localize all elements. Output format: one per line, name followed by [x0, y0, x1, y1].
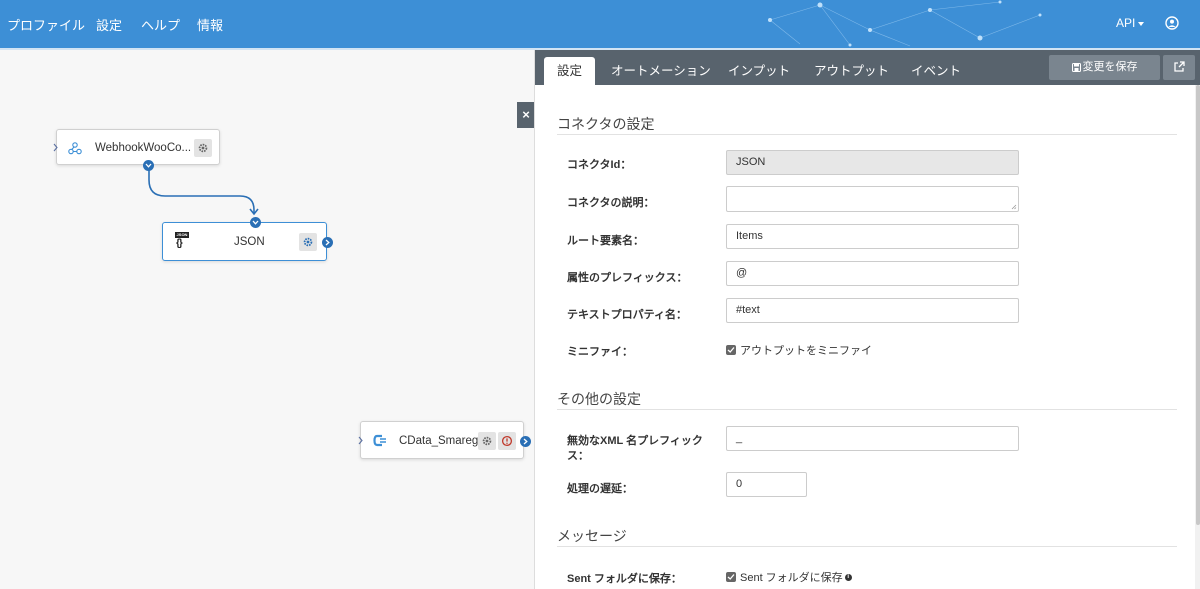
- processing-delay-label: 処理の遅延：: [567, 483, 633, 495]
- tab-settings[interactable]: 設定: [544, 57, 596, 85]
- popout-button[interactable]: [1163, 55, 1195, 80]
- top-navbar: プロファイル 設定 ヘルプ 情報 API: [0, 0, 1200, 48]
- tab-events[interactable]: イベント: [911, 58, 961, 85]
- nav-info[interactable]: 情報: [197, 15, 223, 34]
- resize-handle-icon[interactable]: [1011, 204, 1017, 210]
- connector-id-label: コネクタId：: [567, 159, 632, 171]
- node-smaregi-label: CData_Smaregi: [399, 435, 481, 447]
- check-icon: [727, 347, 735, 353]
- node-smaregi[interactable]: CData_Smaregi: [358, 421, 531, 459]
- webhook-icon: [68, 142, 82, 155]
- user-circle-icon[interactable]: [1165, 16, 1179, 30]
- save-changes-button[interactable]: 変更を保存: [1049, 55, 1160, 80]
- external-link-icon: [1174, 61, 1185, 72]
- tab-output[interactable]: アウトプット: [814, 58, 889, 85]
- caret-down-icon: [1138, 21, 1145, 26]
- sent-folder-checkbox-label: Sent フォルダに保存: [740, 572, 843, 584]
- section-title-other: その他の設定: [557, 391, 641, 407]
- attribute-prefix-label: 属性のプレフィックス：: [567, 272, 688, 284]
- chevron-down-icon: [145, 163, 152, 168]
- node-webhook-output-port[interactable]: [143, 160, 154, 171]
- node-json-settings-button[interactable]: [299, 233, 317, 251]
- check-icon: [727, 574, 735, 580]
- section-divider: [557, 409, 1177, 410]
- section-title-connector: コネクタの設定: [557, 116, 655, 132]
- settings-panel: 設定 オートメーション インプット アウトプット イベント 変更を保存 コネクタ…: [534, 50, 1200, 589]
- tab-input[interactable]: インプット: [728, 58, 790, 85]
- attribute-prefix-input[interactable]: @: [726, 261, 1019, 286]
- gear-icon: [303, 237, 313, 247]
- gear-icon: [482, 436, 492, 446]
- node-smaregi-settings-button[interactable]: [478, 432, 496, 450]
- input-chevron-icon[interactable]: [358, 436, 364, 445]
- sent-folder-option: Sent フォルダに保存 i: [726, 569, 852, 585]
- node-webhook[interactable]: WebhookWooCo...: [53, 129, 220, 171]
- node-smaregi-output-port[interactable]: [520, 436, 531, 447]
- node-json-label: JSON: [234, 236, 265, 248]
- error-icon: [501, 435, 513, 447]
- info-icon[interactable]: i: [844, 574, 852, 581]
- tab-automation[interactable]: オートメーション: [611, 58, 711, 85]
- save-changes-label: 変更を保存: [1082, 61, 1138, 73]
- nav-settings[interactable]: 設定: [96, 15, 122, 34]
- minify-option: アウトプットをミニファイ: [726, 342, 872, 358]
- flow-canvas[interactable]: WebhookWooCo... JSON {} JSON CData_Smare…: [0, 50, 534, 589]
- node-webhook-settings-button[interactable]: [194, 139, 212, 157]
- network-graphic: [768, 0, 1042, 47]
- root-element-label: ルート要素名：: [567, 235, 644, 247]
- api-label: API: [1116, 16, 1136, 30]
- sent-folder-label: Sent フォルダに保存：: [567, 573, 682, 585]
- nav-help[interactable]: ヘルプ: [141, 15, 180, 34]
- node-json-input-port[interactable]: [250, 217, 261, 228]
- invalid-xml-prefix-label-cont: ス：: [567, 450, 589, 462]
- invalid-xml-prefix-label: 無効なXML 名プレフィック: [567, 435, 703, 447]
- connector-description-label: コネクタの説明：: [567, 197, 655, 209]
- scrollbar-thumb[interactable]: [1196, 85, 1200, 525]
- close-panel-button[interactable]: ×: [517, 102, 535, 128]
- api-dropdown[interactable]: API: [1116, 16, 1145, 30]
- node-smaregi-error-button[interactable]: [498, 432, 516, 450]
- processing-delay-input[interactable]: 0: [726, 472, 807, 497]
- section-divider: [557, 134, 1177, 135]
- invalid-xml-prefix-input[interactable]: _: [726, 426, 1019, 451]
- minify-checkbox-label: アウトプットをミニファイ: [740, 345, 872, 357]
- node-webhook-label: WebhookWooCo...: [95, 142, 192, 154]
- node-json-output-port[interactable]: [322, 237, 333, 248]
- root-element-input[interactable]: Items: [726, 224, 1019, 249]
- json-file-icon: JSON {}: [175, 232, 189, 249]
- nav-profile[interactable]: プロファイル: [7, 15, 85, 34]
- section-title-message: メッセージ: [557, 528, 627, 544]
- panel-scrollbar[interactable]: [1195, 85, 1200, 589]
- input-chevron-icon[interactable]: [53, 143, 59, 152]
- sent-folder-checkbox[interactable]: [726, 572, 736, 582]
- chevron-right-icon: [325, 239, 330, 246]
- cdata-logo-icon: [373, 434, 386, 447]
- connector-description-textarea[interactable]: [726, 186, 1019, 212]
- tab-bar: 設定 オートメーション インプット アウトプット イベント 変更を保存: [535, 50, 1200, 85]
- minify-label: ミニファイ：: [567, 346, 633, 358]
- save-icon: [1071, 63, 1081, 72]
- gear-icon: [198, 143, 208, 153]
- section-divider: [557, 546, 1177, 547]
- connector-id-field: JSON: [726, 150, 1019, 175]
- text-property-label: テキストプロパティ名：: [567, 309, 688, 321]
- chevron-down-icon: [252, 220, 259, 225]
- text-property-input[interactable]: #text: [726, 298, 1019, 323]
- minify-checkbox[interactable]: [726, 345, 736, 355]
- node-json[interactable]: JSON {} JSON: [162, 217, 333, 261]
- chevron-right-icon: [523, 438, 528, 445]
